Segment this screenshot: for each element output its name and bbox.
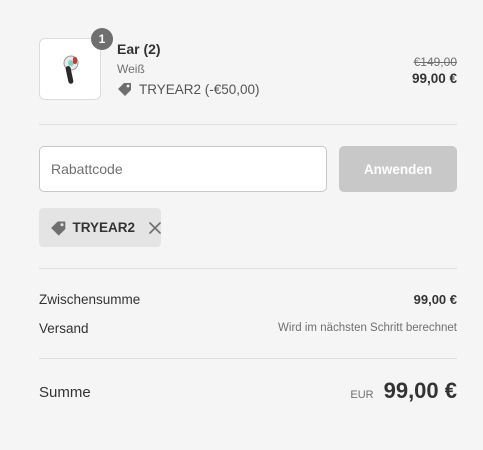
total-amount: 99,00 € [383,378,457,403]
apply-discount-button[interactable]: Anwenden [339,146,457,192]
tag-icon [51,220,66,236]
subtotal-value: 99,00 € [413,292,457,307]
original-price: €149,00 [413,55,457,69]
subtotal-label: Zwischensumme [39,292,141,307]
tag-icon [118,83,131,96]
product-name: Ear (2) [117,41,161,57]
total: EUR 99,00 € [350,378,457,404]
applied-discount-code: TRYEAR2 [72,220,135,235]
divider [39,268,457,269]
total-currency: EUR [350,389,374,401]
shipping-value: Wird im nächsten Schritt berechnet [278,322,457,334]
item-price: 99,00 € [411,71,457,86]
earbud-product-image [63,55,79,84]
remove-discount-button[interactable] [149,221,161,234]
close-icon [149,221,161,234]
product-discount-label: TRYEAR2 (-€50,00) [139,81,260,97]
applied-discount-chip: TRYEAR2 [39,208,161,247]
total-label: Summe [39,384,91,401]
divider [39,124,457,125]
product-discount: TRYEAR2 (-€50,00) [117,81,260,97]
quantity-badge: 1 [91,28,113,50]
discount-code-input[interactable] [39,146,327,192]
divider [39,358,457,359]
product-thumbnail [39,38,101,100]
product-variant: Weiß [117,62,145,76]
shipping-label: Versand [39,321,89,336]
